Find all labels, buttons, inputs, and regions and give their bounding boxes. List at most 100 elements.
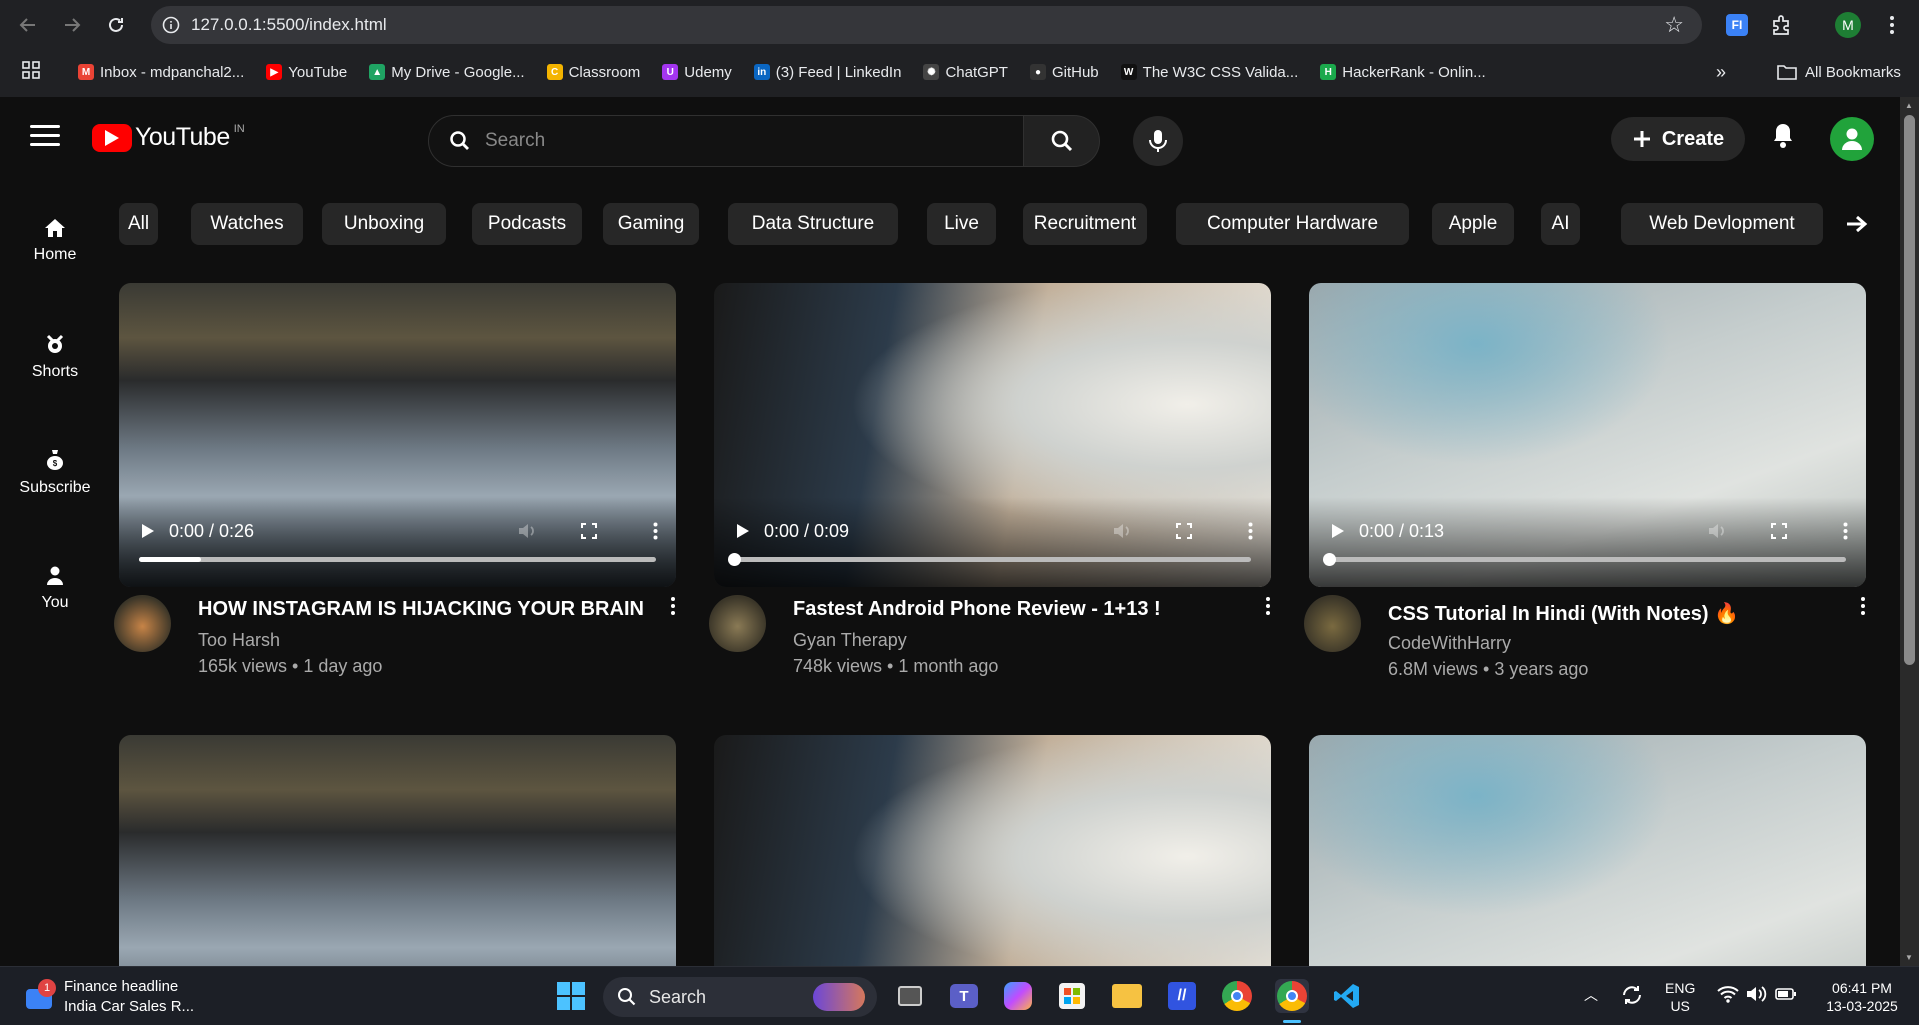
video-card[interactable]: 0:00 / 0:26 HOW INSTAGRAM IS HIJACKING YO… (114, 283, 676, 707)
video-menu-icon[interactable] (1860, 597, 1866, 618)
chip-apple[interactable]: Apple (1432, 203, 1514, 245)
language-indicator[interactable]: ENG US (1665, 979, 1695, 1015)
video-player[interactable] (1309, 735, 1866, 966)
wifi-icon[interactable] (1717, 985, 1739, 1008)
channel-avatar[interactable] (114, 595, 171, 652)
copilot-icon[interactable] (1001, 979, 1035, 1013)
menu-icon[interactable] (30, 125, 60, 149)
video-player[interactable] (714, 735, 1271, 966)
bookmark-item[interactable]: U Udemy (662, 64, 732, 81)
channel-avatar[interactable] (709, 595, 766, 652)
news-widget[interactable]: Finance headline India Car Sales R... (64, 977, 194, 1017)
channel-avatar[interactable] (1304, 595, 1361, 652)
sidebar-item-you[interactable]: You (0, 531, 110, 647)
sidebar-item-home[interactable]: Home (0, 183, 110, 299)
chip-ai[interactable]: AI (1541, 203, 1580, 245)
channel-name[interactable]: Too Harsh (198, 630, 280, 651)
more-options-icon[interactable] (653, 522, 658, 540)
chip-watches[interactable]: Watches (191, 203, 303, 245)
youtube-logo[interactable]: YouTube IN (92, 123, 245, 152)
sync-icon[interactable] (1620, 983, 1644, 1012)
bookmark-item[interactable]: C Classroom (546, 64, 640, 81)
chip-data-structure[interactable]: Data Structure (728, 203, 898, 245)
video-card[interactable]: 0:00 / 0:13 CSS Tutorial In Hindi (With N… (1304, 283, 1866, 707)
task-view-icon[interactable] (893, 979, 927, 1013)
news-widget-icon[interactable]: 1 (22, 979, 56, 1013)
create-button[interactable]: Create (1611, 117, 1745, 161)
scroll-up-arrow-icon[interactable]: ▲ (1905, 101, 1913, 110)
chip-gaming[interactable]: Gaming (603, 203, 699, 245)
video-card[interactable] (119, 735, 676, 966)
video-title[interactable]: Fastest Android Phone Review - 1+13 ! (793, 598, 1161, 621)
forward-button[interactable] (50, 3, 94, 47)
microsoft-store-icon[interactable] (1055, 979, 1089, 1013)
video-card[interactable] (714, 735, 1271, 966)
chip-unboxing[interactable]: Unboxing (322, 203, 446, 245)
video-menu-icon[interactable] (1265, 597, 1271, 618)
reload-button[interactable] (94, 3, 138, 47)
video-title[interactable]: HOW INSTAGRAM IS HIJACKING YOUR BRAIN (198, 598, 644, 621)
notifications-bell-icon[interactable] (1771, 121, 1795, 154)
apps-grid-icon[interactable] (22, 61, 46, 83)
progress-scrubber[interactable] (728, 553, 741, 566)
address-bar[interactable]: 127.0.0.1:5500/index.html ☆ (151, 6, 1702, 44)
windows-start-icon[interactable] (554, 979, 588, 1013)
video-player[interactable]: 0:00 / 0:09 (714, 283, 1271, 587)
extensions-puzzle-icon[interactable] (1765, 9, 1797, 41)
progress-scrubber[interactable] (1323, 553, 1336, 566)
video-title[interactable]: CSS Tutorial In Hindi (With Notes) 🔥 (1388, 601, 1739, 626)
browser-menu-icon[interactable] (1876, 9, 1908, 41)
scrollbar-thumb[interactable] (1904, 115, 1915, 665)
file-explorer-icon[interactable] (1110, 979, 1144, 1013)
chip-computer-hardware[interactable]: Computer Hardware (1176, 203, 1409, 245)
bookmark-item[interactable]: H HackerRank - Onlin... (1320, 64, 1486, 81)
chip-all[interactable]: All (119, 203, 158, 245)
scroll-down-arrow-icon[interactable]: ▼ (1905, 953, 1913, 962)
bookmark-item[interactable]: ✺ ChatGPT (923, 64, 1008, 81)
video-card[interactable] (1309, 735, 1866, 966)
bookmark-star-icon[interactable]: ☆ (1664, 12, 1684, 38)
bookmark-item[interactable]: in (3) Feed | LinkedIn (753, 64, 901, 81)
chip-recruitment[interactable]: Recruitment (1023, 203, 1147, 245)
more-options-icon[interactable] (1248, 522, 1253, 540)
chip-live[interactable]: Live (927, 203, 996, 245)
mute-icon[interactable] (1707, 522, 1727, 540)
chip-web-devlopment[interactable]: Web Devlopment (1621, 203, 1823, 245)
fullscreen-icon[interactable] (1176, 523, 1192, 539)
chrome-profile-icon[interactable] (1275, 979, 1309, 1013)
video-card[interactable]: 0:00 / 0:09 Fastest Android Phone Review … (709, 283, 1271, 707)
extension-fi-icon[interactable]: FI (1721, 9, 1753, 41)
video-player[interactable]: 0:00 / 0:26 (119, 283, 676, 587)
mute-icon[interactable] (517, 522, 537, 540)
chrome-icon[interactable] (1220, 979, 1254, 1013)
app-icon[interactable]: // (1165, 979, 1199, 1013)
sidebar-item-shorts[interactable]: Shorts (0, 299, 110, 415)
more-bookmarks-chevron-icon[interactable]: » (1716, 62, 1726, 83)
account-avatar[interactable] (1830, 117, 1874, 161)
chips-next-arrow-icon[interactable] (1841, 205, 1873, 243)
clock[interactable]: 06:41 PM 13-03-2025 (1822, 979, 1902, 1015)
chip-podcasts[interactable]: Podcasts (472, 203, 582, 245)
fullscreen-icon[interactable] (1771, 523, 1787, 539)
back-button[interactable] (6, 3, 50, 47)
profile-avatar[interactable]: M (1832, 9, 1864, 41)
bookmark-item[interactable]: W The W3C CSS Valida... (1120, 64, 1298, 81)
play-icon[interactable] (736, 523, 750, 539)
video-progress-bar[interactable] (139, 557, 656, 562)
tray-overflow-chevron-icon[interactable]: ︿ (1584, 985, 1598, 1005)
video-player[interactable] (119, 735, 676, 966)
play-icon[interactable] (141, 523, 155, 539)
battery-icon[interactable] (1775, 985, 1797, 1008)
sidebar-item-subscribe[interactable]: $ Subscribe (0, 415, 110, 531)
all-bookmarks-button[interactable]: All Bookmarks (1777, 52, 1901, 92)
video-player[interactable]: 0:00 / 0:13 (1309, 283, 1866, 587)
video-progress-bar[interactable] (728, 553, 1251, 566)
search-button[interactable] (1023, 115, 1100, 167)
mute-icon[interactable] (1112, 522, 1132, 540)
voice-search-button[interactable] (1133, 116, 1183, 166)
volume-icon[interactable] (1745, 985, 1767, 1008)
channel-name[interactable]: Gyan Therapy (793, 630, 907, 651)
bookmark-item[interactable]: ● GitHub (1029, 64, 1099, 81)
bookmark-item[interactable]: ▲ My Drive - Google... (369, 64, 525, 81)
page-scrollbar[interactable]: ▲ ▼ (1900, 97, 1919, 966)
